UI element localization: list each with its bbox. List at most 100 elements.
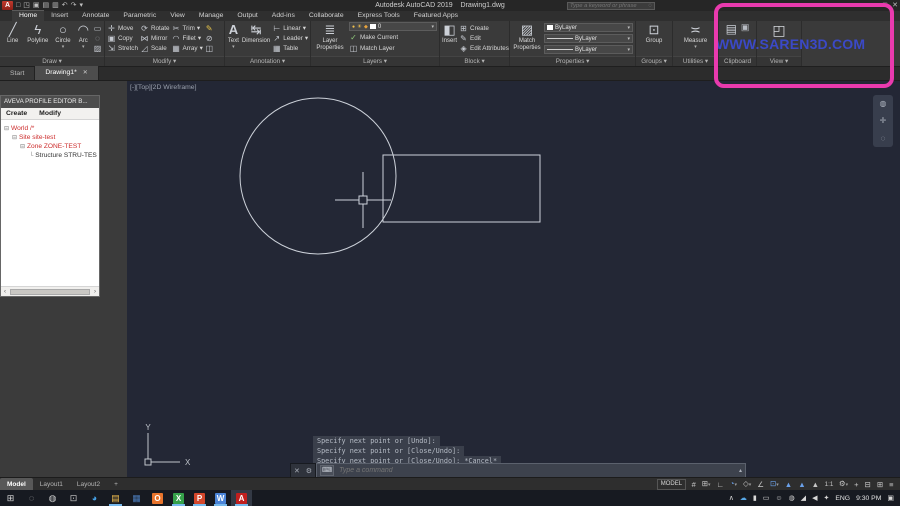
panel-label-view[interactable]: View ▾ <box>757 56 801 66</box>
task-view-icon[interactable]: ⊡ <box>63 490 84 506</box>
tab-home[interactable]: Home <box>12 10 45 21</box>
tab-annotate[interactable]: Annotate <box>75 11 116 21</box>
redo-icon[interactable]: ↷ <box>71 1 77 10</box>
minimize-button[interactable]: – <box>874 0 878 11</box>
ellipse-icon[interactable]: ◌ <box>93 34 102 43</box>
user-icon[interactable]: ☺ <box>775 495 782 502</box>
tab-parametric[interactable]: Parametric <box>116 11 163 21</box>
panel-label-block[interactable]: Block ▾ <box>440 56 509 66</box>
polyline-button[interactable]: ϟ Polyline <box>25 22 50 55</box>
osnap-tracking-icon[interactable]: ∠ <box>755 478 767 491</box>
close-button[interactable]: ✕ <box>892 0 898 11</box>
palette-title[interactable]: AVEVA PROFILE EDITOR B... <box>1 96 99 108</box>
help-search-box[interactable]: ◌ <box>567 1 655 10</box>
new-layout-button[interactable]: + <box>107 478 125 491</box>
collapse-icon[interactable]: ⊟ <box>4 125 9 132</box>
drawing-canvas[interactable]: Y X <box>127 81 900 477</box>
recent-commands-icon[interactable]: ▴ <box>739 467 742 474</box>
annotation-scale-value[interactable]: 1:1 <box>823 481 836 488</box>
blue-folder-app-icon[interactable]: ▦ <box>126 490 147 506</box>
file-tab-start[interactable]: Start <box>0 67 36 80</box>
arc-button[interactable]: ◠ Arc ▾ <box>76 22 91 55</box>
group-button[interactable]: ⊡ Group <box>640 22 668 55</box>
dimension-button[interactable]: ↹ Dimension <box>242 22 270 55</box>
close-icon[interactable]: ✕ <box>83 70 88 76</box>
customize-wrench-icon[interactable]: ⚙ <box>306 467 312 475</box>
text-button[interactable]: A Text ▾ <box>227 22 240 55</box>
panel-label-layers[interactable]: Layers ▾ <box>311 56 439 66</box>
ortho-icon[interactable]: ∟ <box>714 478 726 491</box>
layer-properties-button[interactable]: ≣ Layer Properties <box>313 22 347 55</box>
tab-view[interactable]: View <box>163 11 192 21</box>
isolate-objects-icon[interactable]: ⊟ <box>862 478 873 491</box>
hatch-icon[interactable]: ▨ <box>93 44 102 53</box>
tab-collaborate[interactable]: Collaborate <box>302 11 351 21</box>
circle-entity[interactable] <box>239 97 397 255</box>
excel-icon[interactable]: X <box>168 490 189 506</box>
annotation-autoscale-icon[interactable]: ▲ <box>796 478 808 491</box>
file-explorer-icon[interactable]: ▤ <box>105 490 126 506</box>
match-properties-button[interactable]: ▨ Match Properties <box>512 22 542 55</box>
orange-app-icon[interactable]: O <box>147 490 168 506</box>
language-indicator[interactable]: ENG <box>835 495 850 502</box>
qat-dropdown-icon[interactable]: ▾ <box>79 1 83 10</box>
panel-label-draw[interactable]: Draw ▾ <box>0 56 104 66</box>
menu-modify[interactable]: Modify <box>39 110 61 117</box>
save-as-icon[interactable]: ▤ <box>42 1 49 10</box>
layout1-tab[interactable]: Layout1 <box>33 478 70 491</box>
scrollbar-thumb[interactable] <box>10 288 90 295</box>
layout2-tab[interactable]: Layout2 <box>70 478 107 491</box>
rectangle-entity[interactable] <box>382 154 541 223</box>
model-space-badge[interactable]: MODEL <box>656 478 687 490</box>
tab-express-tools[interactable]: Express Tools <box>351 11 407 21</box>
horizontal-scrollbar[interactable]: ‹ › <box>1 286 99 296</box>
annotation-scale-icon[interactable]: ▲ <box>809 478 821 491</box>
scroll-left-icon[interactable]: ‹ <box>1 289 9 295</box>
new-file-icon[interactable]: □ <box>16 1 20 10</box>
edit-attributes-button[interactable]: ◈Edit Attributes ▾ <box>459 44 509 54</box>
clock[interactable]: 9:30 PM <box>856 495 881 502</box>
zoom-icon[interactable]: ◌ <box>881 134 886 143</box>
powerpoint-icon[interactable]: P <box>189 490 210 506</box>
mirror-button[interactable]: ⋈ Mirror <box>140 33 170 43</box>
app-logo-icon[interactable]: A <box>2 1 13 10</box>
erase-icon[interactable]: ⊘ <box>205 34 214 43</box>
plus-icon[interactable]: + <box>852 478 861 491</box>
grid-icon[interactable]: # <box>689 478 698 491</box>
tree-item-site[interactable]: ⊟ Site site-test <box>12 133 99 142</box>
tab-manage[interactable]: Manage <box>192 11 231 21</box>
word-icon[interactable]: W <box>210 490 231 506</box>
autocad-taskbar-icon[interactable]: A <box>231 490 252 506</box>
link-icon[interactable]: ✦ <box>823 494 829 502</box>
scroll-right-icon[interactable]: › <box>91 289 99 295</box>
leader-button[interactable]: ↗ Leader ▾ <box>272 33 308 43</box>
tree-item-structure[interactable]: └ Structure STRU-TES <box>29 151 99 160</box>
hardware-accel-icon[interactable]: ⊞ <box>874 478 885 491</box>
collapse-icon[interactable]: ⊟ <box>20 143 25 150</box>
clean-screen-icon[interactable]: ≡ <box>887 478 896 491</box>
viewport-controls[interactable]: [-][Top][2D Wireframe] <box>130 84 196 91</box>
mic-icon[interactable]: ▮ <box>753 494 757 502</box>
panel-label-properties[interactable]: Properties ▾ <box>510 56 635 66</box>
edit-block-button[interactable]: ✎ Edit <box>459 33 509 43</box>
linear-button[interactable]: ⊢ Linear ▾ <box>272 23 308 33</box>
measure-button[interactable]: ≍ Measure ▾ <box>680 22 712 55</box>
scale-button[interactable]: ◿ Scale <box>140 44 170 54</box>
tab-output[interactable]: Output <box>230 11 264 21</box>
cortana-icon[interactable]: ◍ <box>42 490 63 506</box>
rectangle-icon[interactable]: ▭ <box>93 24 102 33</box>
tree-item-zone[interactable]: ⊟ Zone ZONE-TEST <box>20 142 99 151</box>
pan-icon[interactable]: ✛ <box>880 116 887 125</box>
panel-label-modify[interactable]: Modify ▾ <box>105 56 224 66</box>
file-tab-drawing1[interactable]: Drawing1* ✕ <box>35 66 99 80</box>
move-button[interactable]: ✛ Move <box>107 23 138 33</box>
object-color-dropdown[interactable]: ByLayer ▾ <box>544 23 633 32</box>
open-file-icon[interactable]: ◳ <box>23 1 30 10</box>
line-button[interactable]: ╱ Line <box>2 22 23 55</box>
search-icon[interactable]: ◌ <box>21 490 42 506</box>
tree-item-world[interactable]: ⊟ World /* <box>4 124 99 133</box>
panel-label-annotation[interactable]: Annotation ▾ <box>225 56 310 66</box>
edge-icon[interactable]: ◕ <box>84 490 105 506</box>
command-input[interactable] <box>337 466 736 475</box>
linetype-dropdown[interactable]: ByLayer ▾ <box>544 45 633 54</box>
